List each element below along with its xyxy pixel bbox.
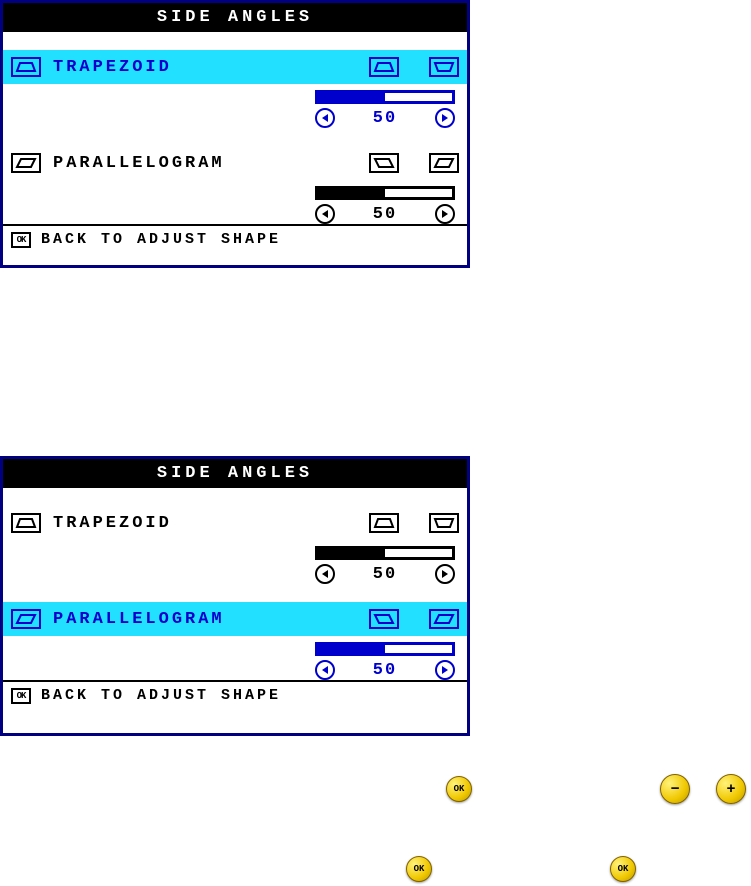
increase-button[interactable] — [435, 564, 455, 584]
panel-title: SIDE ANGLES — [3, 3, 467, 32]
decrease-button[interactable] — [315, 564, 335, 584]
menu-item-parallelogram[interactable]: PARALLELOGRAM — [3, 602, 467, 636]
parallelogram-left-icon — [369, 609, 399, 629]
footer-back[interactable]: OK BACK TO ADJUST SHAPE — [3, 682, 467, 709]
decrease-button[interactable] — [315, 108, 335, 128]
increase-button[interactable] — [435, 204, 455, 224]
parallelogram-icon — [11, 153, 41, 173]
ok-icon: OK — [11, 232, 31, 248]
hw-ok-button-2[interactable]: OK — [406, 856, 432, 882]
increase-button[interactable] — [435, 108, 455, 128]
slider-bar[interactable] — [315, 546, 455, 560]
parallelogram-right-icon — [429, 153, 459, 173]
decrease-button[interactable] — [315, 204, 335, 224]
slider-value: 50 — [373, 661, 397, 680]
osd-panel-1: SIDE ANGLES TRAPEZOID 50 — [0, 0, 470, 268]
footer-back[interactable]: OK BACK TO ADJUST SHAPE — [3, 226, 467, 253]
osd-panel-2: SIDE ANGLES TRAPEZOID 50 — [0, 456, 470, 736]
trapezoid-top-icon — [369, 57, 399, 77]
menu-item-parallelogram[interactable]: PARALLELOGRAM — [3, 146, 467, 180]
slider-row-trapezoid: 50 — [3, 540, 467, 584]
parallelogram-left-icon — [369, 153, 399, 173]
slider-row-parallelogram: 50 — [3, 180, 467, 224]
slider-bar[interactable] — [315, 186, 455, 200]
slider-value: 50 — [373, 205, 397, 224]
slider-bar[interactable] — [315, 642, 455, 656]
hw-minus-button[interactable]: − — [660, 774, 690, 804]
hw-ok-button-3[interactable]: OK — [610, 856, 636, 882]
trapezoid-bottom-icon — [429, 513, 459, 533]
menu-item-trapezoid[interactable]: TRAPEZOID — [3, 506, 467, 540]
parallelogram-icon — [11, 609, 41, 629]
slider-value: 50 — [373, 565, 397, 584]
menu-item-trapezoid[interactable]: TRAPEZOID — [3, 50, 467, 84]
footer-label: BACK TO ADJUST SHAPE — [41, 231, 281, 248]
panel-title: SIDE ANGLES — [3, 459, 467, 488]
slider-row-trapezoid: 50 — [3, 84, 467, 128]
hw-ok-button-1[interactable]: OK — [446, 776, 472, 802]
slider-bar[interactable] — [315, 90, 455, 104]
parallelogram-right-icon — [429, 609, 459, 629]
trapezoid-icon — [11, 57, 41, 77]
trapezoid-icon — [11, 513, 41, 533]
decrease-button[interactable] — [315, 660, 335, 680]
footer-label: BACK TO ADJUST SHAPE — [41, 687, 281, 704]
slider-row-parallelogram: 50 — [3, 636, 467, 680]
slider-value: 50 — [373, 109, 397, 128]
trapezoid-top-icon — [369, 513, 399, 533]
increase-button[interactable] — [435, 660, 455, 680]
hw-plus-button[interactable]: + — [716, 774, 746, 804]
ok-icon: OK — [11, 688, 31, 704]
trapezoid-bottom-icon — [429, 57, 459, 77]
